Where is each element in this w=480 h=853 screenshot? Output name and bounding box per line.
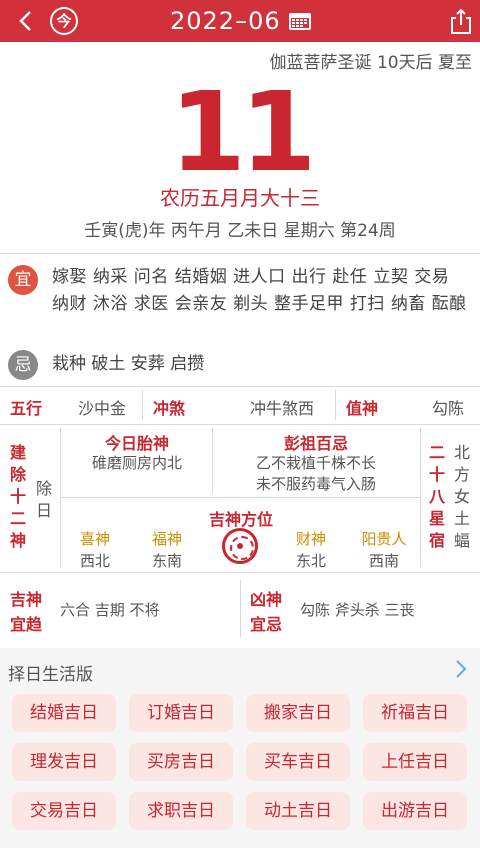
- day-number: 11: [169, 68, 316, 196]
- ganzhi-line: 壬寅(虎)年 丙午月 乙未日 星期六 第24周: [84, 221, 396, 241]
- life-section-title[interactable]: 择日生活版: [8, 660, 93, 685]
- jishen-yiqu-label1: 吉神: [9, 590, 42, 609]
- ji-badge: 忌: [8, 350, 38, 380]
- xiu-label: 二十八星宿: [428, 443, 445, 550]
- taishen-title: 今日胎神: [104, 434, 169, 453]
- date-button[interactable]: 出游吉日: [363, 792, 467, 830]
- divider: [0, 386, 480, 387]
- divider: [0, 253, 480, 254]
- date-button[interactable]: 搬家吉日: [246, 694, 350, 732]
- divider: [0, 572, 480, 573]
- lunar-date: 农历五月月大十三: [160, 186, 320, 210]
- jishen-fangwei-title: 吉神方位: [208, 510, 273, 529]
- back-chevron-icon[interactable]: [14, 6, 38, 36]
- jishen-yiqu-label2: 宜趋: [9, 615, 42, 634]
- month-title[interactable]: 2022–06: [170, 4, 281, 38]
- info-row: 五行 沙中金 冲煞 冲牛煞西 值神 勾陈: [0, 388, 480, 424]
- xishen-dir: 西北: [79, 552, 110, 570]
- date-button[interactable]: 上任吉日: [363, 743, 467, 781]
- date-button[interactable]: 订婚吉日: [129, 694, 233, 732]
- xishen-label: 喜神: [79, 530, 110, 548]
- fushen-dir: 东南: [151, 552, 182, 570]
- caishen-label: 财神: [295, 530, 326, 548]
- zhishen-label: 值神: [346, 399, 379, 418]
- yanggui-label: 阳贵人: [361, 530, 407, 548]
- calendar-icon[interactable]: [288, 11, 312, 31]
- xiongshen-yiji-label1: 凶神: [249, 590, 282, 609]
- date-button[interactable]: 交易吉日: [12, 792, 116, 830]
- compass-icon: [222, 528, 258, 564]
- divider: [335, 390, 336, 420]
- wuxing-label: 五行: [10, 399, 43, 418]
- caishen-dir: 东北: [295, 552, 326, 570]
- pengzu-line1: 乙不栽植千株不长: [255, 454, 376, 472]
- top-bar: 今 2022–06: [0, 0, 480, 42]
- date-button[interactable]: 买房吉日: [129, 743, 233, 781]
- date-button[interactable]: 结婚吉日: [12, 694, 116, 732]
- date-button[interactable]: 理发吉日: [12, 743, 116, 781]
- zhishen-value: 勾陈: [432, 399, 465, 418]
- chongsha-value: 冲牛煞西: [250, 399, 315, 418]
- ji-items: 栽种 破土 安葬 启攒: [52, 354, 205, 374]
- divider: [240, 580, 241, 638]
- date-button[interactable]: 买车吉日: [246, 743, 350, 781]
- pengzu-line2: 未不服药毒气入肠: [255, 475, 376, 493]
- fushen-label: 福神: [151, 530, 182, 548]
- chongsha-label: 冲煞: [153, 399, 186, 418]
- xiongshen-yiji-label2: 宜忌: [249, 615, 282, 634]
- jianchu-value: 除日: [35, 479, 52, 520]
- divider: [0, 424, 480, 425]
- yi-badge: 宜: [8, 265, 38, 295]
- yanggui-dir: 西南: [368, 552, 399, 570]
- divider: [60, 497, 420, 498]
- today-button[interactable]: 今: [50, 7, 78, 35]
- chevron-right-icon[interactable]: [454, 658, 468, 680]
- xiu-value: 北方女土蝠: [453, 443, 470, 550]
- divider: [420, 428, 421, 568]
- divider: [60, 428, 61, 568]
- jianchu-label: 建除十二神: [9, 443, 26, 550]
- taishen-value: 碓磨厕房内北: [91, 454, 182, 472]
- pengzu-title: 彭祖百忌: [283, 434, 348, 453]
- xiongshen-yiji-value: 勾陈 斧头杀 三丧: [300, 601, 415, 619]
- share-icon[interactable]: [449, 6, 473, 36]
- yi-items: 嫁娶 纳采 问名 结婚姻 进人口 出行 赴任 立契 交易 纳财 沐浴 求医 会亲…: [52, 267, 467, 314]
- date-button[interactable]: 求职吉日: [129, 792, 233, 830]
- wuxing-value: 沙中金: [78, 399, 127, 418]
- date-button[interactable]: 祈福吉日: [363, 694, 467, 732]
- jishen-yiqu-value: 六合 吉期 不将: [60, 601, 160, 619]
- date-button[interactable]: 动土吉日: [246, 792, 350, 830]
- divider: [142, 390, 143, 420]
